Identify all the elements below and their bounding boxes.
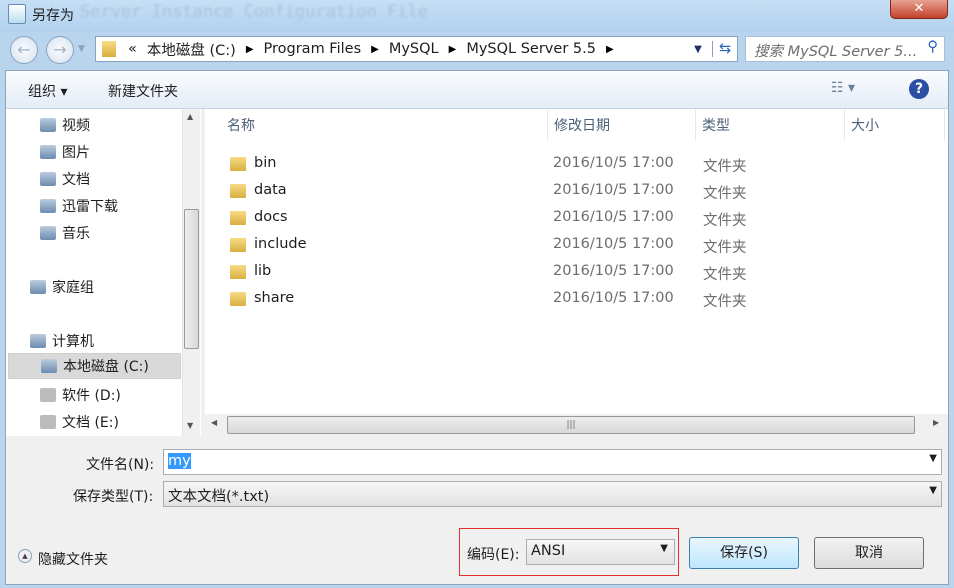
search-icon: ⚲ — [927, 39, 938, 55]
file-name: share — [254, 290, 295, 306]
drive-icon — [40, 415, 56, 429]
nav-item-documents[interactable]: 文档 — [40, 169, 90, 189]
drive-icon — [40, 388, 56, 402]
nav-item-c-drive[interactable]: 本地磁盘 (C:) — [8, 353, 181, 379]
file-name: data — [254, 182, 287, 198]
encoding-label: 编码(E): — [467, 547, 520, 563]
history-dropdown-icon[interactable]: ▼ — [78, 44, 85, 54]
file-row[interactable]: lib 2016/10/5 17:00 文件夹 — [205, 259, 948, 286]
file-type: 文件夹 — [703, 294, 747, 310]
breadcrumb-c-drive[interactable]: 本地磁盘 (C:) — [147, 39, 236, 60]
file-date: 2016/10/5 17:00 — [553, 182, 674, 198]
help-icon[interactable]: ? — [909, 79, 929, 99]
nav-scrollbar[interactable]: ▲ ▼ — [182, 109, 200, 436]
filename-input[interactable]: my ▼ — [163, 449, 942, 475]
nav-item-music[interactable]: 音乐 — [40, 223, 90, 243]
documents-icon — [40, 172, 56, 186]
breadcrumb-overflow[interactable]: « — [128, 41, 137, 57]
back-button[interactable]: ← — [10, 36, 38, 64]
save-type-label: 保存类型(T): — [73, 489, 154, 505]
hide-folders-button[interactable]: 隐藏文件夹 — [38, 549, 108, 569]
horizontal-scroll-thumb[interactable]: ||| — [227, 416, 915, 434]
address-bar[interactable]: « 本地磁盘 (C:) ▶ Program Files ▶ MySQL ▶ MySQL… — [95, 36, 738, 62]
search-input[interactable]: 搜索 MySQL Server 5... ⚲ — [745, 36, 945, 62]
folder-icon — [230, 265, 246, 279]
close-button[interactable]: ✕ — [890, 0, 948, 19]
column-header-date[interactable]: 修改日期 — [548, 109, 696, 141]
file-row[interactable]: bin 2016/10/5 17:00 文件夹 — [205, 151, 948, 178]
nav-item-thunder-downloads[interactable]: 迅雷下载 — [40, 196, 118, 216]
file-type: 文件夹 — [703, 186, 747, 202]
navigation-pane: 视频 图片 文档 迅雷下载 音乐 家庭组 计算机 本地磁盘 (C:) 软件 (D… — [6, 109, 201, 436]
breadcrumb-program-files[interactable]: Program Files — [264, 41, 362, 57]
nav-item-e-drive[interactable]: 文档 (E:) — [40, 412, 119, 432]
nav-scroll-thumb[interactable] — [184, 209, 199, 349]
notepad-icon — [8, 4, 26, 24]
column-header-name[interactable]: 名称 — [221, 109, 548, 141]
horizontal-scrollbar[interactable]: ◀ ||| ▶ — [205, 414, 948, 436]
drive-icon — [41, 359, 57, 373]
file-date: 2016/10/5 17:00 — [553, 290, 674, 306]
videos-icon — [40, 118, 56, 132]
homegroup-icon — [30, 280, 46, 294]
file-type: 文件夹 — [703, 213, 747, 229]
nav-item-computer[interactable]: 计算机 — [30, 331, 94, 351]
music-icon — [40, 226, 56, 240]
cancel-button[interactable]: 取消 — [814, 537, 924, 569]
file-row[interactable]: docs 2016/10/5 17:00 文件夹 — [205, 205, 948, 232]
breadcrumb-mysql[interactable]: MySQL — [389, 41, 439, 57]
file-type: 文件夹 — [703, 159, 747, 175]
background-window-title: Server Instance Configuration File — [80, 2, 428, 22]
filename-label: 文件名(N): — [86, 457, 155, 473]
file-row[interactable]: share 2016/10/5 17:00 文件夹 — [205, 286, 948, 313]
nav-item-videos[interactable]: 视频 — [40, 115, 90, 135]
breadcrumb-mysql-server[interactable]: MySQL Server 5.5 — [466, 41, 596, 57]
organize-menu[interactable]: 组织 ▾ — [28, 81, 67, 101]
file-type: 文件夹 — [703, 267, 747, 283]
folder-icon — [230, 211, 246, 225]
forward-button[interactable]: → — [46, 36, 74, 64]
file-row[interactable]: include 2016/10/5 17:00 文件夹 — [205, 232, 948, 259]
save-button[interactable]: 保存(S) — [689, 537, 799, 569]
file-name: docs — [254, 209, 288, 225]
computer-icon — [30, 334, 46, 348]
file-name: lib — [254, 263, 272, 279]
file-date: 2016/10/5 17:00 — [553, 263, 674, 279]
encoding-select[interactable]: ANSI ▼ — [526, 539, 675, 565]
file-type: 文件夹 — [703, 240, 747, 256]
nav-item-d-drive[interactable]: 软件 (D:) — [40, 385, 121, 405]
toolbar: 组织 ▾ 新建文件夹 ☷ ▾ ? — [6, 71, 948, 109]
collapse-icon[interactable]: ▲ — [18, 549, 32, 563]
folder-icon — [230, 157, 246, 171]
nav-item-homegroup[interactable]: 家庭组 — [30, 277, 94, 297]
address-dropdown-icon[interactable]: ▼ — [694, 44, 702, 55]
file-list: 名称 修改日期 类型 大小 bin 2016/10/5 17:00 文件夹 da… — [205, 109, 948, 436]
file-date: 2016/10/5 17:00 — [553, 209, 674, 225]
downloads-icon — [40, 199, 56, 213]
folder-icon — [230, 292, 246, 306]
folder-icon — [102, 41, 116, 57]
window-title: 另存为 — [32, 8, 74, 24]
file-date: 2016/10/5 17:00 — [553, 155, 674, 171]
file-date: 2016/10/5 17:00 — [553, 236, 674, 252]
new-folder-button[interactable]: 新建文件夹 — [108, 81, 178, 101]
file-name: include — [254, 236, 307, 252]
file-name: bin — [254, 155, 277, 171]
nav-item-pictures[interactable]: 图片 — [40, 142, 90, 162]
column-header-type[interactable]: 类型 — [696, 109, 845, 141]
folder-icon — [230, 184, 246, 198]
pictures-icon — [40, 145, 56, 159]
view-options-icon[interactable]: ☷ ▾ — [831, 80, 855, 96]
column-header-size[interactable]: 大小 — [845, 109, 945, 141]
folder-icon — [230, 238, 246, 252]
refresh-icon[interactable]: ⇆ — [711, 41, 737, 57]
file-row[interactable]: data 2016/10/5 17:00 文件夹 — [205, 178, 948, 205]
save-type-select[interactable]: 文本文档(*.txt) ▼ — [163, 481, 942, 507]
